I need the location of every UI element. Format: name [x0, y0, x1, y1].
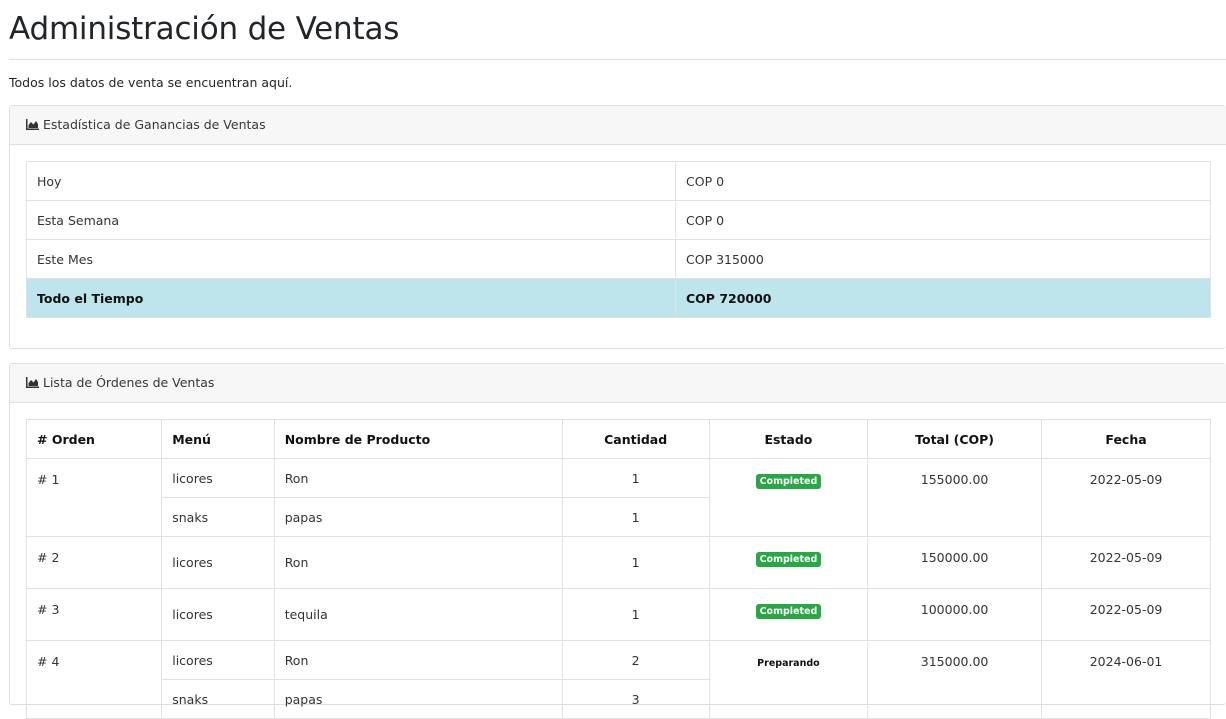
menu-cell: snaks: [161, 679, 275, 719]
stats-label: Todo el Tiempo: [26, 278, 676, 318]
area-chart-icon: [26, 119, 39, 130]
quantity-cell: 1: [561, 458, 710, 498]
orders-table: # Orden Menú Nombre de Producto Cantidad Est…: [25, 419, 1211, 719]
orders-card-body: # Orden Menú Nombre de Producto Cantidad Est…: [10, 403, 1226, 719]
column-header: Fecha: [1041, 419, 1211, 459]
orders-card: Lista de Órdenes de Ventas # Orden Menú No…: [9, 363, 1226, 719]
total-cell: 155000.00: [867, 458, 1043, 537]
table-row: # 3 licores tequila 1 Completed 100000.00 2022…: [25, 588, 1211, 641]
status-badge: Preparando: [757, 658, 820, 669]
table-row: # 4 licores Ron 2 Preparando 315000.00 2024-06…: [25, 640, 1211, 719]
menu-cell: licores: [161, 640, 275, 680]
order-number: # 4: [25, 640, 163, 719]
menu-cell: licores: [161, 458, 275, 498]
orders-card-header: Lista de Órdenes de Ventas: [10, 364, 1226, 403]
area-chart-icon: [26, 377, 39, 388]
column-header: Cantidad: [561, 419, 710, 459]
date-cell: 2022-05-09: [1041, 536, 1211, 589]
total-cell: 100000.00: [867, 588, 1043, 641]
stats-card-header: Estadística de Ganancias de Ventas: [10, 106, 1226, 145]
date-cell: 2022-05-09: [1041, 458, 1211, 537]
product-cell: papas: [273, 497, 563, 537]
column-header: Nombre de Producto: [273, 419, 563, 459]
status-cell: Preparando: [708, 640, 869, 719]
stats-row: Todo el Tiempo COP 720000: [26, 278, 1211, 318]
stats-card-title: Estadística de Ganancias de Ventas: [43, 117, 266, 132]
stats-label: Esta Semana: [26, 200, 676, 240]
stats-card: Estadística de Ganancias de Ventas Hoy CO…: [9, 105, 1226, 349]
page-subtitle: Todos los datos de venta se encuentran a…: [9, 75, 293, 90]
quantity-cell: 1: [561, 497, 710, 537]
product-cell: tequila: [273, 588, 563, 641]
menu-cell: licores: [161, 536, 275, 589]
table-row: # 2 licores Ron 1 Completed 150000.00 2022-05-…: [25, 536, 1211, 589]
page-title: Administración de Ventas: [9, 11, 400, 47]
product-cell: papas: [273, 679, 563, 719]
menu-cell: snaks: [161, 497, 275, 537]
title-divider: [9, 59, 1226, 60]
stats-value: COP 0: [675, 161, 1211, 201]
status-cell: Completed: [708, 536, 869, 589]
status-badge: Completed: [755, 474, 822, 489]
order-number: # 1: [25, 458, 163, 537]
table-row: # 1 licores Ron 1 Completed 155000.00 2022-05-…: [25, 458, 1211, 537]
product-cell: Ron: [273, 458, 563, 498]
order-number: # 3: [25, 588, 163, 641]
quantity-cell: 1: [561, 588, 710, 641]
status-badge: Completed: [755, 552, 822, 567]
quantity-cell: 2: [561, 640, 710, 680]
status-cell: Completed: [708, 588, 869, 641]
column-header: # Orden: [25, 419, 163, 459]
column-header: Total (COP): [867, 419, 1043, 459]
menu-cell: licores: [161, 588, 275, 641]
column-header: Menú: [161, 419, 275, 459]
quantity-cell: 1: [561, 536, 710, 589]
stats-value: COP 720000: [675, 278, 1211, 318]
total-cell: 150000.00: [867, 536, 1043, 589]
stats-value: COP 0: [675, 200, 1211, 240]
date-cell: 2024-06-01: [1041, 640, 1211, 719]
stats-row: Hoy COP 0: [26, 161, 1211, 201]
stats-card-body: Hoy COP 0 Esta Semana COP 0 Este Mes COP 3150…: [10, 145, 1226, 318]
status-badge: Completed: [755, 604, 822, 619]
status-cell: Completed: [708, 458, 869, 537]
stats-row: Esta Semana COP 0: [26, 200, 1211, 240]
page: Administración de Ventas Todos los datos…: [0, 0, 1226, 719]
product-cell: Ron: [273, 536, 563, 589]
product-cell: Ron: [273, 640, 563, 680]
total-cell: 315000.00: [867, 640, 1043, 719]
orders-card-title: Lista de Órdenes de Ventas: [43, 375, 215, 390]
stats-value: COP 315000: [675, 239, 1211, 279]
stats-label: Este Mes: [26, 239, 676, 279]
order-number: # 2: [25, 536, 163, 589]
stats-row: Este Mes COP 315000: [26, 239, 1211, 279]
column-header: Estado: [708, 419, 869, 459]
date-cell: 2022-05-09: [1041, 588, 1211, 641]
stats-label: Hoy: [26, 161, 676, 201]
quantity-cell: 3: [561, 679, 710, 719]
stats-table: Hoy COP 0 Esta Semana COP 0 Este Mes COP 3150…: [26, 161, 1211, 318]
